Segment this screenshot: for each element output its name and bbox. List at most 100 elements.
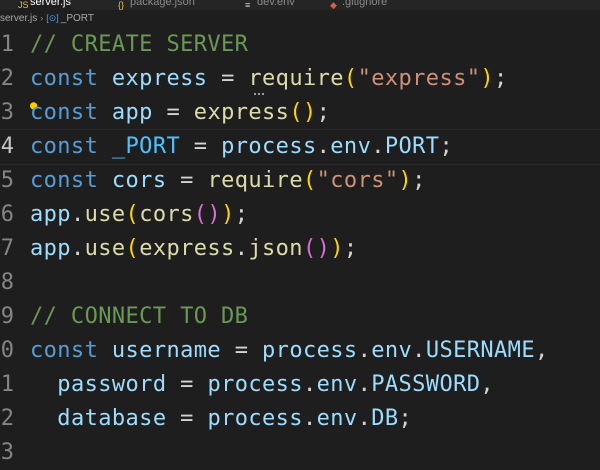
line-code: app.use(express.json());	[30, 236, 358, 261]
code-line: 4 const _PORT = process.env.PORT;	[0, 130, 600, 164]
property: USERNAME	[425, 338, 535, 363]
tab-label: dev.env	[257, 0, 295, 8]
property: env	[316, 406, 358, 431]
keyword: const	[30, 168, 99, 193]
tab-server-js[interactable]: JS server.js	[18, 0, 71, 10]
function-name: json	[248, 236, 303, 261]
object: app	[30, 236, 71, 261]
operator: =	[180, 168, 194, 193]
line-number: 6	[0, 202, 14, 227]
line-code: const cors = require("cors");	[30, 168, 426, 193]
keyword: const	[30, 66, 99, 91]
code-line: 5 const cors = require("cors");	[0, 164, 600, 198]
code-line: 1 password = process.env.PASSWORD,	[0, 368, 600, 402]
code-line: 2 const express = require("express");	[0, 62, 600, 96]
editor-tab-bar: JS server.js {} package.json ≡ dev.env ◆…	[0, 0, 600, 10]
line-number: 7	[0, 236, 14, 261]
json-file-icon: {}	[118, 0, 125, 10]
line-number: 3	[0, 100, 14, 125]
property: env	[330, 134, 372, 159]
code-line: 7 app.use(express.json());	[0, 232, 600, 266]
string-literal: "express"	[357, 66, 481, 91]
operator: =	[221, 66, 235, 91]
code-line: 3 ● const app = express();	[0, 96, 600, 130]
variable: username	[111, 338, 222, 363]
line-code: const _PORT = process.env.PORT;	[30, 134, 454, 159]
keyword: const	[30, 338, 99, 363]
tab-label: .gitignore	[342, 0, 388, 8]
code-line: 8	[0, 266, 600, 300]
line-code: // CREATE SERVER	[30, 28, 248, 62]
code-line: 1 // CREATE SERVER	[0, 28, 600, 62]
code-line: 6 app.use(cors());	[0, 198, 600, 232]
string-literal: "cors"	[316, 168, 399, 193]
line-number: 2	[0, 406, 14, 431]
line-code: const username = process.env.USERNAME,	[30, 338, 549, 363]
keyword: const	[30, 134, 99, 159]
operator: =	[180, 372, 194, 397]
variable: express	[111, 66, 208, 91]
object: process	[207, 406, 303, 431]
tab-label: server.js	[30, 0, 71, 8]
line-code: const app = express();	[30, 100, 331, 125]
breadcrumb-file[interactable]: server.js	[0, 13, 37, 24]
breadcrumb: server.js › [⊙] _PORT	[0, 10, 600, 26]
function-name: use	[84, 202, 126, 227]
line-number: 3	[0, 440, 14, 465]
code-editor[interactable]: 1 // CREATE SERVER 2 const express = req…	[0, 28, 600, 465]
object: process	[207, 372, 303, 397]
code-line: 2 database = process.env.DB;	[0, 402, 600, 436]
comment: // CONNECT TO DB	[30, 304, 249, 329]
property: env	[371, 338, 413, 363]
line-number: 4	[0, 134, 14, 159]
property: PORT	[384, 134, 440, 159]
line-number: 9	[0, 304, 14, 329]
tab-dev-env[interactable]: ≡ dev.env	[245, 0, 295, 10]
line-number: 2	[0, 66, 14, 91]
line-number: 8	[0, 270, 14, 295]
function-name: require	[207, 168, 303, 193]
line-number: 0	[0, 338, 14, 363]
line-code: database = process.env.DB;	[57, 406, 413, 431]
tab-package-json[interactable]: {} package.json	[118, 0, 195, 10]
object: app	[30, 202, 71, 227]
variable-symbol-icon: [⊙]	[46, 13, 59, 23]
variable: database	[57, 406, 167, 431]
chevron-right-icon: ›	[40, 13, 44, 23]
breadcrumb-symbol[interactable]: _PORT	[61, 13, 94, 24]
comment: // CREATE SERVER	[30, 32, 249, 57]
function-name: use	[84, 236, 126, 261]
variable: password	[57, 372, 167, 397]
operator: =	[180, 406, 194, 431]
line-code: password = process.env.PASSWORD,	[57, 372, 495, 397]
line-number: 1	[0, 32, 14, 57]
line-number: 1	[0, 372, 14, 397]
property: DB	[371, 406, 399, 431]
line-number: 5	[0, 168, 14, 193]
variable: _PORT	[111, 134, 181, 159]
keyword: const	[30, 100, 99, 125]
code-line: 3	[0, 436, 600, 470]
variable: app	[111, 100, 153, 125]
code-line: 0 const username = process.env.USERNAME,	[0, 334, 600, 368]
line-code: // CONNECT TO DB	[30, 300, 248, 334]
code-line: 9 // CONNECT TO DB	[0, 300, 600, 334]
line-code: const express = require("express");	[30, 66, 508, 91]
operator: =	[166, 100, 181, 125]
git-file-icon: ◆	[330, 0, 337, 10]
tab-label: package.json	[130, 0, 195, 8]
function-name: require	[248, 66, 344, 91]
env-file-icon: ≡	[245, 0, 251, 10]
hint-squiggle	[254, 90, 264, 95]
operator: =	[193, 134, 208, 159]
operator: =	[234, 338, 249, 363]
property: PASSWORD	[371, 372, 481, 397]
function-name: express	[193, 100, 290, 125]
function-name: express	[139, 236, 235, 261]
object: process	[262, 338, 358, 363]
line-code: app.use(cors());	[30, 202, 249, 227]
object: process	[221, 134, 317, 159]
tab-gitignore[interactable]: ◆ .gitignore	[330, 0, 387, 10]
js-file-icon: JS	[18, 0, 29, 10]
function-name: cors	[139, 202, 194, 227]
